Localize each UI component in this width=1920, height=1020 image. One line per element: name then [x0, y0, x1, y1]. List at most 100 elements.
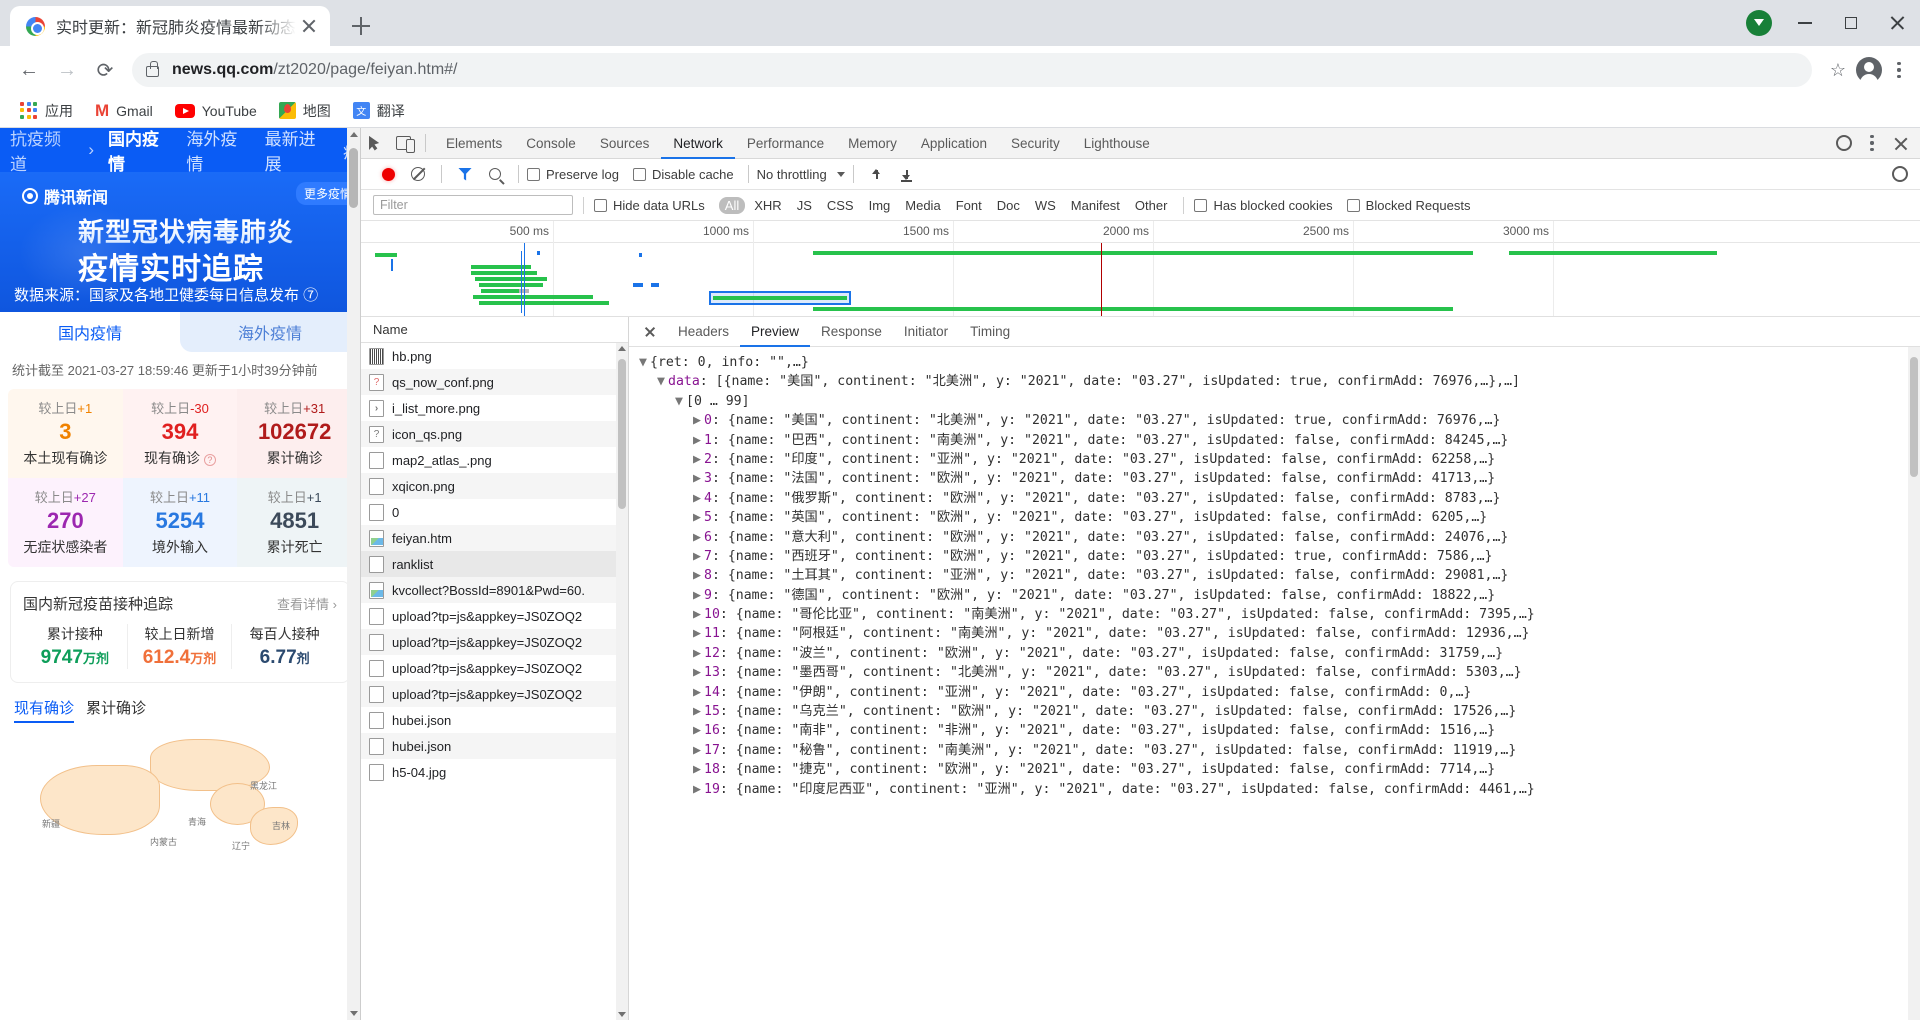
nav-breadcrumb[interactable]: 抗疫频道	[10, 128, 74, 175]
type-filter-manifest[interactable]: Manifest	[1065, 197, 1126, 214]
disclosure-triangle-icon[interactable]: ▼	[657, 372, 668, 391]
type-filter-img[interactable]: Img	[863, 197, 897, 214]
nav-item-latest[interactable]: 最新进展	[265, 128, 329, 175]
request-row[interactable]: map2_atlas_.png	[361, 447, 628, 473]
disclosure-triangle-icon[interactable]: ▶	[693, 624, 704, 643]
tab-console[interactable]: Console	[514, 128, 588, 159]
new-tab-button[interactable]	[344, 9, 378, 43]
kebab-icon[interactable]	[1858, 128, 1886, 159]
scrollbar-thumb[interactable]	[1910, 357, 1918, 477]
browser-tab[interactable]: 实时更新：新冠肺炎疫情最新动态	[10, 6, 331, 46]
filter-input[interactable]: Filter	[373, 195, 573, 215]
search-icon[interactable]	[480, 159, 510, 190]
scroll-down-icon[interactable]	[350, 1011, 358, 1016]
json-line[interactable]: ▶ 16: {name: "南非", continent: "非洲", y: "2…	[639, 721, 1920, 740]
json-line[interactable]: ▶ 18: {name: "捷克", continent: "欧洲", y: "2…	[639, 760, 1920, 779]
maximize-button[interactable]	[1828, 0, 1874, 46]
export-har-icon[interactable]	[892, 159, 922, 190]
detail-tab-timing[interactable]: Timing	[959, 317, 1021, 347]
page-scrollbar[interactable]	[347, 128, 360, 1020]
import-har-icon[interactable]	[862, 159, 892, 190]
scroll-up-icon[interactable]	[350, 132, 358, 137]
disclosure-triangle-icon[interactable]: ▶	[693, 411, 704, 430]
minimize-button[interactable]	[1782, 0, 1828, 46]
has-blocked-cookies-checkbox[interactable]: Has blocked cookies	[1194, 198, 1333, 213]
tab-network[interactable]: Network	[661, 128, 735, 159]
subtab-current-confirmed[interactable]: 现有确诊	[14, 697, 75, 723]
json-line[interactable]: ▶ 15: {name: "乌克兰", continent: "欧洲", y: "…	[639, 702, 1920, 721]
json-line[interactable]: ▶ 11: {name: "阿根廷", continent: "南美洲", y: …	[639, 624, 1920, 643]
inspect-element-icon[interactable]	[361, 128, 389, 159]
nav-item-overseas[interactable]: 海外疫情	[186, 128, 250, 175]
type-filter-js[interactable]: JS	[791, 197, 818, 214]
profile-shield-icon[interactable]	[1736, 0, 1782, 46]
bookmark-maps[interactable]: 地图	[271, 98, 339, 124]
requests-list[interactable]: hb.png ? qs_now_conf.png › i_list_more.png…	[361, 343, 628, 1020]
json-line[interactable]: ▶ 9: {name: "德国", continent: "欧洲", y: "20…	[639, 586, 1920, 605]
tab-security[interactable]: Security	[999, 128, 1072, 159]
preview-json-viewer[interactable]: ▼ {ret: 0, info: "",…} ▼ data: [{name: "美国…	[629, 347, 1920, 1020]
disclosure-triangle-icon[interactable]: ▶	[693, 547, 704, 566]
help-icon[interactable]: ?	[203, 453, 216, 466]
close-icon[interactable]	[1886, 128, 1914, 159]
json-line[interactable]: ▶ 3: {name: "法国", continent: "欧洲", y: "20…	[639, 469, 1920, 488]
disclosure-triangle-icon[interactable]: ▶	[693, 741, 704, 760]
network-overview-timeline[interactable]: 500 ms 1000 ms 1500 ms 2000 ms 2500 ms 3…	[361, 221, 1920, 317]
scroll-up-icon[interactable]	[618, 346, 626, 351]
request-row[interactable]: upload?tp=js&appkey=JS0ZOQ2	[361, 603, 628, 629]
disable-cache-checkbox[interactable]: Disable cache	[632, 167, 734, 182]
disclosure-triangle-icon[interactable]: ▶	[693, 469, 704, 488]
profile-avatar[interactable]	[1856, 57, 1882, 86]
hide-data-urls-checkbox[interactable]: Hide data URLs	[594, 198, 705, 213]
json-line[interactable]: ▶ 17: {name: "秘鲁", continent: "南美洲", y: "…	[639, 741, 1920, 760]
subtab-total-confirmed[interactable]: 累计确诊	[86, 697, 146, 723]
address-bar[interactable]: news.qq.com/zt2020/page/feiyan.htm#/	[132, 53, 1812, 87]
disclosure-triangle-icon[interactable]: ▶	[693, 566, 704, 585]
json-line[interactable]: ▶ 5: {name: "英国", continent: "欧洲", y: "20…	[639, 508, 1920, 527]
json-line[interactable]: ▼ [0 … 99]	[639, 392, 1920, 411]
request-row[interactable]: › i_list_more.png	[361, 395, 628, 421]
blocked-requests-checkbox[interactable]: Blocked Requests	[1346, 198, 1470, 213]
json-line[interactable]: ▶ 12: {name: "波兰", continent: "欧洲", y: "2…	[639, 644, 1920, 663]
requests-column-header[interactable]: Name	[361, 317, 628, 343]
close-tab-icon[interactable]	[298, 15, 320, 37]
type-filter-all[interactable]: All	[718, 196, 746, 214]
json-line[interactable]: ▶ 4: {name: "俄罗斯", continent: "欧洲", y: "2…	[639, 489, 1920, 508]
preview-scrollbar[interactable]	[1908, 347, 1920, 1020]
china-map[interactable]: 黑龙江 新疆 吉林 辽宁 内蒙古 青海	[0, 734, 360, 855]
bookmark-youtube[interactable]: YouTube	[167, 100, 265, 122]
json-line[interactable]: ▶ 7: {name: "西班牙", continent: "欧洲", y: "2…	[639, 547, 1920, 566]
requests-scrollbar[interactable]	[616, 343, 628, 1020]
tab-sources[interactable]: Sources	[588, 128, 662, 159]
nav-item-domestic[interactable]: 国内疫情	[108, 128, 172, 175]
preserve-log-checkbox[interactable]: Preserve log	[527, 167, 619, 182]
request-row[interactable]: upload?tp=js&appkey=JS0ZOQ2	[361, 681, 628, 707]
type-filter-media[interactable]: Media	[899, 197, 946, 214]
tab-memory[interactable]: Memory	[836, 128, 909, 159]
scroll-down-icon[interactable]	[618, 1012, 626, 1017]
json-line[interactable]: ▼ {ret: 0, info: "",…}	[639, 353, 1920, 372]
json-line[interactable]: ▶ 14: {name: "伊朗", continent: "亚洲", y: "2…	[639, 683, 1920, 702]
reload-icon[interactable]: ⟳	[86, 51, 124, 89]
forward-icon[interactable]: →	[48, 51, 86, 89]
json-line[interactable]: ▶ 2: {name: "印度", continent: "亚洲", y: "20…	[639, 450, 1920, 469]
request-row[interactable]: kvcollect?BossId=8901&Pwd=60.	[361, 577, 628, 603]
tab-domestic[interactable]: 国内疫情	[0, 312, 180, 352]
type-filter-xhr[interactable]: XHR	[748, 197, 787, 214]
chrome-menu-icon[interactable]	[1888, 59, 1910, 81]
overview-selection[interactable]	[709, 291, 851, 305]
bookmark-star-icon[interactable]: ☆	[1830, 60, 1846, 81]
network-settings-gear-icon[interactable]	[1886, 159, 1914, 190]
disclosure-triangle-icon[interactable]: ▶	[693, 605, 704, 624]
request-row[interactable]: feiyan.htm	[361, 525, 628, 551]
bookmark-gmail[interactable]: M Gmail	[87, 99, 161, 122]
clear-icon[interactable]	[403, 159, 433, 190]
json-line[interactable]: ▶ 19: {name: "印度尼西亚", continent: "亚洲", y:…	[639, 780, 1920, 799]
disclosure-triangle-icon[interactable]: ▼	[675, 392, 686, 411]
bookmark-apps[interactable]: 应用	[12, 98, 81, 124]
type-filter-ws[interactable]: WS	[1029, 197, 1062, 214]
json-line[interactable]: ▶ 1: {name: "巴西", continent: "南美洲", y: "2…	[639, 431, 1920, 450]
request-row[interactable]: xqicon.png	[361, 473, 628, 499]
scrollbar-thumb[interactable]	[349, 148, 358, 208]
tab-performance[interactable]: Performance	[735, 128, 836, 159]
